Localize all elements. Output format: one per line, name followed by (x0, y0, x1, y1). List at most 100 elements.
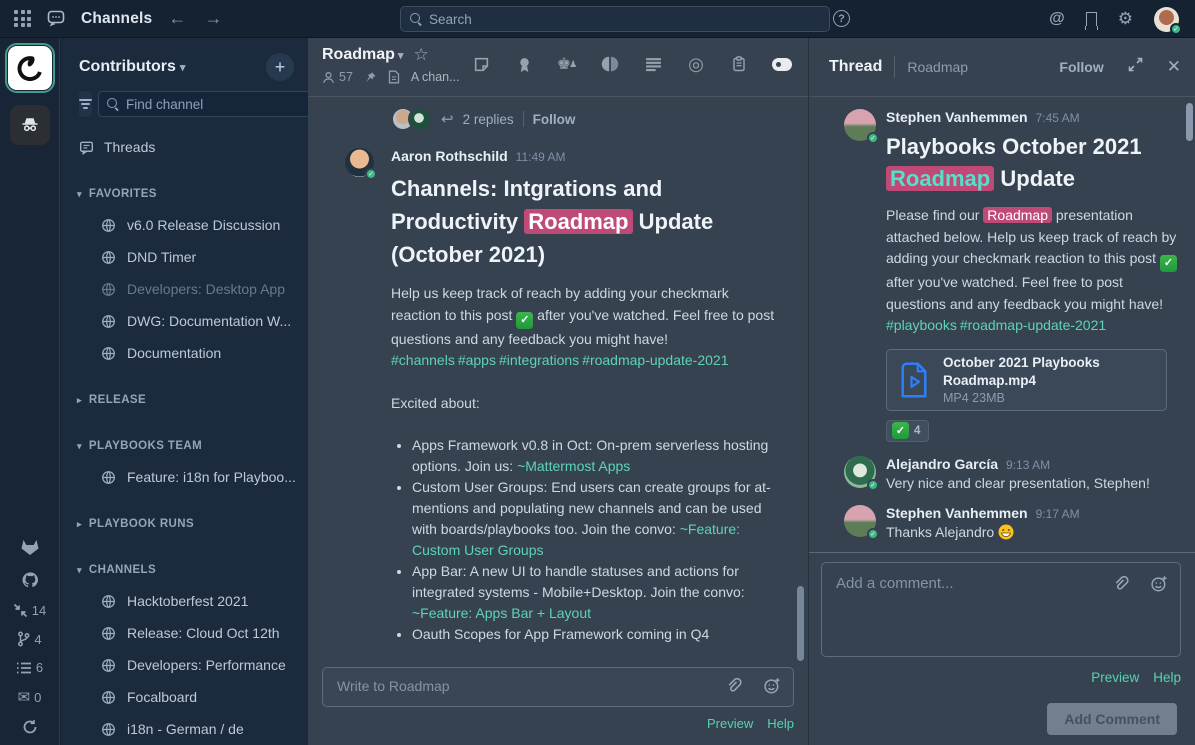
history-forward-icon[interactable]: → (202, 8, 224, 29)
emoji-picker-icon[interactable] (763, 677, 781, 698)
badge-icon[interactable] (514, 54, 534, 74)
sidebar-item-release-cloud[interactable]: Release: Cloud Oct 12th (61, 617, 308, 649)
sidebar-item-documentation[interactable]: Documentation (61, 337, 308, 369)
post-author[interactable]: Stephen Vanhemmen (886, 505, 1028, 521)
channel-filter-button[interactable] (79, 91, 92, 117)
channel-menu[interactable]: Roadmap▾ (322, 46, 403, 64)
channel-files-button[interactable] (388, 70, 400, 84)
bullet-text: Oauth Scopes for App Framework coming in… (412, 626, 709, 642)
list-view-icon[interactable] (643, 54, 663, 74)
history-back-icon[interactable]: ← (166, 8, 188, 29)
scrollbar-thumb[interactable] (797, 586, 804, 661)
sidebar-item-feature-i18n[interactable]: Feature: i18n for Playboo... (61, 461, 308, 493)
post-time: 9:13 AM (1006, 458, 1050, 472)
sidebar-item-threads[interactable]: Threads (61, 131, 308, 163)
reaction-white-check-mark[interactable]: ✓4 (886, 420, 929, 442)
hashtag-link[interactable]: #channels (391, 352, 455, 368)
category-channels[interactable]: ▾CHANNELS (61, 555, 308, 585)
hashtag-link[interactable]: #playbooks (886, 317, 957, 333)
add-channel-button[interactable]: + (266, 53, 294, 81)
user-avatar[interactable]: ✓ (1154, 7, 1179, 32)
call-icon[interactable] (772, 54, 792, 74)
avatar[interactable]: ✓ (345, 148, 374, 177)
member-count[interactable]: 57 (322, 70, 353, 84)
scrollbar-thumb[interactable] (1186, 103, 1193, 141)
attachment-icon[interactable] (1112, 575, 1130, 596)
hashtag-link[interactable]: #roadmap-update-2021 (582, 352, 728, 368)
search-bar[interactable] (400, 6, 830, 32)
category-playbooks-team[interactable]: ▾PLAYBOOKS TEAM (61, 431, 308, 461)
git-branch-counter[interactable]: 4 (17, 631, 41, 647)
follow-button[interactable]: Follow (533, 112, 576, 127)
sidebar-item-hacktoberfest[interactable]: Hacktoberfest 2021 (61, 585, 308, 617)
channel-link[interactable]: ~Mattermost Apps (517, 458, 630, 474)
post-author[interactable]: Aaron Rothschild (391, 148, 508, 164)
apps-grid-icon[interactable] (14, 10, 31, 27)
add-comment-button[interactable]: Add Comment (1047, 703, 1177, 735)
gitlab-icon[interactable] (19, 537, 41, 557)
mail-counter[interactable]: ✉ 0 (18, 688, 42, 706)
post-author[interactable]: Alejandro García (886, 456, 998, 472)
white-check-mark-emoji: ✓ (892, 422, 909, 439)
replies-count[interactable]: 2 replies (463, 112, 514, 127)
help-link[interactable]: Help (1153, 670, 1181, 685)
attachment-icon[interactable] (725, 677, 743, 698)
settings-gear-icon[interactable]: ⚙ (1118, 9, 1133, 29)
refresh-icon[interactable] (22, 719, 38, 735)
sidebar-item-developers-performance[interactable]: Developers: Performance (61, 649, 308, 681)
message-input[interactable] (323, 668, 793, 706)
follow-button[interactable]: Follow (1059, 59, 1103, 75)
emoji-picker-icon[interactable] (1150, 575, 1168, 596)
canvas-icon[interactable] (471, 54, 491, 74)
avatar[interactable]: ✓ (844, 456, 876, 488)
pinned-posts-button[interactable] (364, 71, 377, 84)
channel-label: Focalboard (127, 689, 197, 705)
hashtag-link[interactable]: #integrations (499, 352, 579, 368)
preview-link[interactable]: Preview (1091, 670, 1139, 685)
clipboard-icon[interactable] (729, 54, 749, 74)
category-favorites[interactable]: ▾FAVORITES (61, 179, 308, 209)
title-text: Playbooks October 2021 (886, 134, 1142, 159)
team-icon-incognito[interactable] (10, 105, 50, 145)
avatar[interactable]: ✓ (844, 109, 876, 141)
channel-description[interactable]: A chan... (411, 70, 460, 84)
channel-link[interactable]: ~Feature: Apps Bar + Layout (412, 605, 591, 621)
sidebar-item-dwg-documentation[interactable]: DWG: Documentation W... (61, 305, 308, 337)
expand-icon[interactable] (1128, 57, 1143, 77)
find-channel-input[interactable] (126, 97, 303, 112)
search-highlight: Roadmap (524, 209, 632, 234)
find-channel-box[interactable] (98, 91, 308, 117)
preview-link[interactable]: Preview (707, 716, 753, 731)
team-name-menu[interactable]: Contributors▾ (79, 58, 185, 76)
help-icon[interactable]: ? (833, 10, 850, 27)
target-icon[interactable]: ◎ (686, 54, 706, 74)
saved-posts-icon[interactable] (1086, 12, 1097, 26)
sidebar-item-i18n-german[interactable]: i18n - German / de (61, 713, 308, 745)
sidebar-item-v60-release[interactable]: v6.0 Release Discussion (61, 209, 308, 241)
search-input[interactable] (429, 12, 820, 27)
compress-arrows-counter[interactable]: 14 (13, 603, 46, 618)
thread-message-list: ✓ Stephen Vanhemmen 7:45 AM Playbooks Oc… (809, 97, 1195, 552)
close-icon[interactable]: ✕ (1167, 57, 1181, 77)
list-counter[interactable]: 6 (16, 660, 43, 675)
favorite-star-icon[interactable]: ☆ (413, 45, 428, 65)
chess-icon[interactable]: ♚♟ (557, 54, 577, 74)
filter-icon (79, 97, 92, 112)
github-icon[interactable] (20, 570, 40, 590)
sidebar-item-dnd-timer[interactable]: DND Timer (61, 241, 308, 273)
sidebar-item-focalboard[interactable]: Focalboard (61, 681, 308, 713)
post-author[interactable]: Stephen Vanhemmen (886, 109, 1028, 125)
channel-label: Documentation (127, 345, 221, 361)
avatar[interactable]: ✓ (844, 505, 876, 537)
at-mentions-icon[interactable]: @ (1049, 10, 1065, 28)
help-link[interactable]: Help (767, 716, 794, 731)
team-icon-mattermost[interactable] (8, 46, 52, 90)
sidebar-item-developers-desktop[interactable]: Developers: Desktop App (61, 273, 308, 305)
thread-summary-row[interactable]: ↩ 2 replies Follow (391, 107, 778, 131)
category-release[interactable]: ▸RELEASE (61, 385, 308, 415)
hashtag-link[interactable]: #apps (458, 352, 496, 368)
hashtag-link[interactable]: #roadmap-update-2021 (960, 317, 1106, 333)
category-playbook-runs[interactable]: ▸PLAYBOOK RUNS (61, 509, 308, 539)
split-circle-icon[interactable] (600, 54, 620, 74)
file-attachment-card[interactable]: October 2021 Playbooks Roadmap.mp4 MP4 2… (886, 349, 1167, 411)
